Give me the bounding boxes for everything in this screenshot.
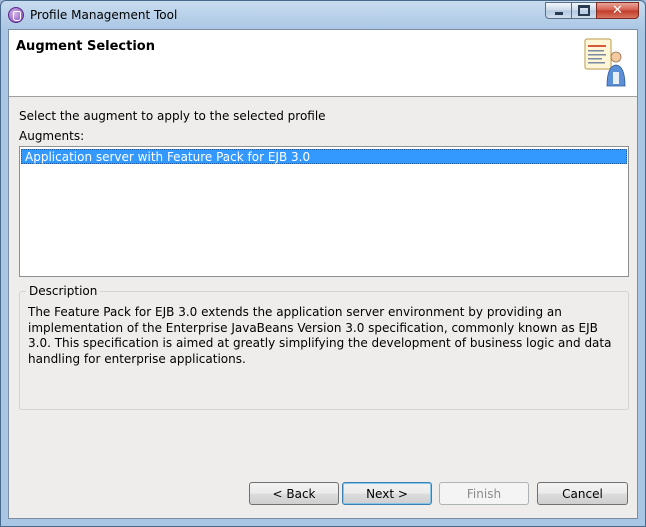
- window-title: Profile Management Tool: [30, 8, 178, 22]
- profile-management-window: Profile Management Tool ✕ Augment Select…: [0, 0, 646, 527]
- title-bar[interactable]: Profile Management Tool ✕: [1, 1, 645, 29]
- minimize-icon: [554, 11, 563, 15]
- close-button[interactable]: ✕: [596, 2, 639, 19]
- close-icon: ✕: [612, 3, 623, 18]
- back-button[interactable]: < Back: [249, 482, 339, 505]
- wizard-body: Augment Selection Select the augment to …: [8, 29, 638, 519]
- augment-prompt: Select the augment to apply to the selec…: [19, 109, 326, 123]
- description-title: Description: [26, 284, 101, 298]
- wizard-banner-icon: [584, 38, 626, 87]
- window-controls: ✕: [545, 2, 639, 19]
- description-text: The Feature Pack for EJB 3.0 extends the…: [28, 305, 612, 366]
- description-group: Description The Feature Pack for EJB 3.0…: [19, 284, 629, 410]
- wizard-header: Augment Selection: [9, 30, 637, 97]
- profile-tool-icon: [8, 7, 24, 23]
- augments-list[interactable]: Application server with Feature Pack for…: [19, 146, 629, 277]
- augments-label: Augments:: [19, 129, 85, 143]
- finish-button[interactable]: Finish: [439, 482, 529, 505]
- maximize-icon: [578, 5, 590, 16]
- minimize-button[interactable]: [545, 2, 571, 19]
- page-title: Augment Selection: [16, 39, 155, 54]
- next-button[interactable]: Next >: [342, 482, 432, 505]
- list-item[interactable]: Application server with Feature Pack for…: [21, 149, 627, 164]
- maximize-button[interactable]: [571, 2, 596, 19]
- cancel-button[interactable]: Cancel: [537, 482, 628, 505]
- button-bar: < Back Next > Finish Cancel: [9, 482, 637, 508]
